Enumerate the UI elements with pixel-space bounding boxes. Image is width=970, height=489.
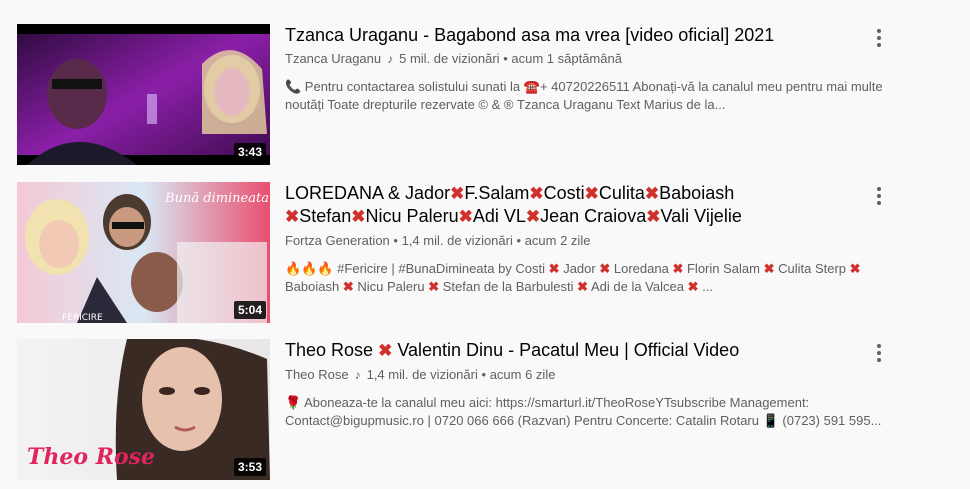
duration-badge: 3:43 — [233, 143, 266, 161]
video-result-1: 3:43 Tzanca Uraganu - Bagabond asa ma vr… — [0, 24, 970, 174]
description-segment: 🔥🔥🔥 #Fericire | #BunaDimineata by Costi — [285, 261, 546, 276]
view-count: 1,4 mil. de vizionări — [366, 367, 478, 382]
description-segment: Culita Sterp — [778, 261, 847, 276]
cross-icon: ✖ — [599, 261, 611, 276]
separator-dot: • — [503, 51, 508, 66]
upload-age: acum 6 zile — [489, 367, 556, 382]
cross-icon: ✖ — [672, 261, 684, 276]
description-segment: ... — [702, 279, 713, 294]
thumbnail-overlay-text: Theo Rose — [27, 444, 155, 470]
video-byline: Tzanca Uraganu ♪ 5 mil. de vizionări • acu… — [285, 50, 885, 68]
title-segment: Adi VL — [472, 206, 526, 226]
video-byline: Theo Rose ♪ 1,4 mil. de vizionări • acum 6… — [285, 366, 885, 384]
cross-icon: ✖ — [548, 261, 560, 276]
cross-icon: ✖ — [458, 207, 473, 226]
video-description: 🌹 Aboneaza-te la canalul meu aici: https… — [285, 395, 882, 428]
description-segment: Stefan de la Barbulesti — [442, 279, 574, 294]
cross-icon: ✖ — [428, 279, 440, 294]
cross-icon: ✖ — [584, 184, 599, 203]
description-segment: Baboiash — [285, 279, 340, 294]
video-thumbnail[interactable]: Theo Rose 3:53 — [17, 339, 270, 480]
title-segment: Costi — [543, 183, 585, 203]
channel-name[interactable]: Tzanca Uraganu — [285, 51, 381, 66]
cross-icon: ✖ — [351, 207, 366, 226]
video-description: 📞 Pentru contactarea solistului sunati l… — [285, 79, 883, 112]
description-segment: Jador — [563, 261, 596, 276]
video-description: 🔥🔥🔥 #Fericire | #BunaDimineata by Costi … — [285, 260, 885, 296]
description-segment: Florin Salam — [686, 261, 760, 276]
title-segment: Valentin Dinu - Pacatul Meu | Official V… — [397, 340, 740, 360]
thumbnail-image — [17, 24, 270, 165]
title-segment: Theo Rose — [285, 340, 374, 360]
description-segment: Adi de la Valcea — [590, 279, 684, 294]
title-segment: Nicu Paleru — [365, 206, 459, 226]
upload-age: acum 1 săptămână — [511, 51, 622, 66]
separator-dot: • — [516, 233, 522, 248]
cross-icon: ✖ — [646, 207, 661, 226]
cross-icon: ✖ — [529, 184, 544, 203]
more-actions-menu-icon[interactable] — [867, 184, 891, 208]
title-segment: LOREDANA & Jador — [285, 183, 451, 203]
description-segment: Nicu Paleru — [357, 279, 425, 294]
cross-icon: ✖ — [849, 261, 861, 276]
separator-dot: • — [393, 233, 398, 248]
channel-name[interactable]: Fortza Generation — [285, 233, 390, 248]
video-title[interactable]: Theo Rose ✖ Valentin Dinu - Pacatul Meu … — [285, 339, 885, 362]
thumbnail-image: Theo Rose — [17, 339, 270, 480]
cross-icon: ✖ — [450, 184, 465, 203]
view-count: 5 mil. de vizionări — [399, 51, 500, 66]
title-segment: Stefan — [299, 206, 352, 226]
video-title[interactable]: Tzanca Uraganu - Bagabond asa ma vrea [v… — [285, 24, 885, 46]
description-segment: Loredana — [613, 261, 669, 276]
thumbnail-overlay-text: FERICIRE — [62, 313, 103, 323]
thumbnail-image: Bună dimineata FERICIRE — [17, 182, 270, 323]
more-actions-menu-icon[interactable] — [867, 341, 891, 365]
title-segment: Baboiash — [659, 183, 735, 203]
video-byline: Fortza Generation • 1,4 mil. de vizionăr… — [285, 232, 885, 250]
video-thumbnail[interactable]: 3:43 — [17, 24, 270, 165]
cross-icon: ✖ — [763, 261, 775, 276]
video-meta: Tzanca Uraganu - Bagabond asa ma vrea [v… — [285, 24, 885, 114]
cross-icon: ✖ — [378, 341, 393, 360]
thumbnail-overlay-text: Bună dimineata — [164, 191, 269, 206]
duration-badge: 3:53 — [233, 458, 266, 476]
video-title[interactable]: LOREDANA & Jador✖F.Salam✖Costi✖Culita✖Ba… — [285, 182, 885, 228]
music-note-icon: ♪ — [354, 368, 361, 382]
duration-badge: 5:04 — [233, 301, 266, 319]
more-actions-menu-icon[interactable] — [867, 26, 891, 50]
view-count: 1,4 mil. de vizionări — [401, 233, 513, 248]
video-results-list: 3:43 Tzanca Uraganu - Bagabond asa ma vr… — [0, 0, 970, 489]
cross-icon: ✖ — [342, 279, 354, 294]
video-meta: LOREDANA & Jador✖F.Salam✖Costi✖Culita✖Ba… — [285, 182, 885, 296]
cross-icon: ✖ — [525, 207, 541, 226]
video-meta: Theo Rose ✖ Valentin Dinu - Pacatul Meu … — [285, 339, 885, 430]
upload-age: acum 2 zile — [524, 233, 591, 248]
cross-icon: ✖ — [577, 279, 589, 294]
channel-name[interactable]: Theo Rose — [285, 367, 349, 382]
title-segment: Vali Vijelie — [660, 206, 742, 226]
separator-dot: • — [481, 367, 487, 382]
video-result-2: Bună dimineata FERICIRE 5:04 LOREDANA & … — [0, 182, 970, 332]
title-segment: F.Salam — [464, 183, 530, 203]
video-result-3: Theo Rose 3:53 Theo Rose ✖ Valentin Dinu… — [0, 339, 970, 489]
title-segment: Culita — [598, 183, 645, 203]
title-segment: Jean Craiova — [540, 206, 647, 226]
cross-icon: ✖ — [687, 279, 699, 294]
cross-icon: ✖ — [644, 184, 660, 203]
music-note-icon: ♪ — [387, 52, 394, 66]
video-thumbnail[interactable]: Bună dimineata FERICIRE 5:04 — [17, 182, 270, 323]
cross-icon: ✖ — [285, 207, 300, 226]
